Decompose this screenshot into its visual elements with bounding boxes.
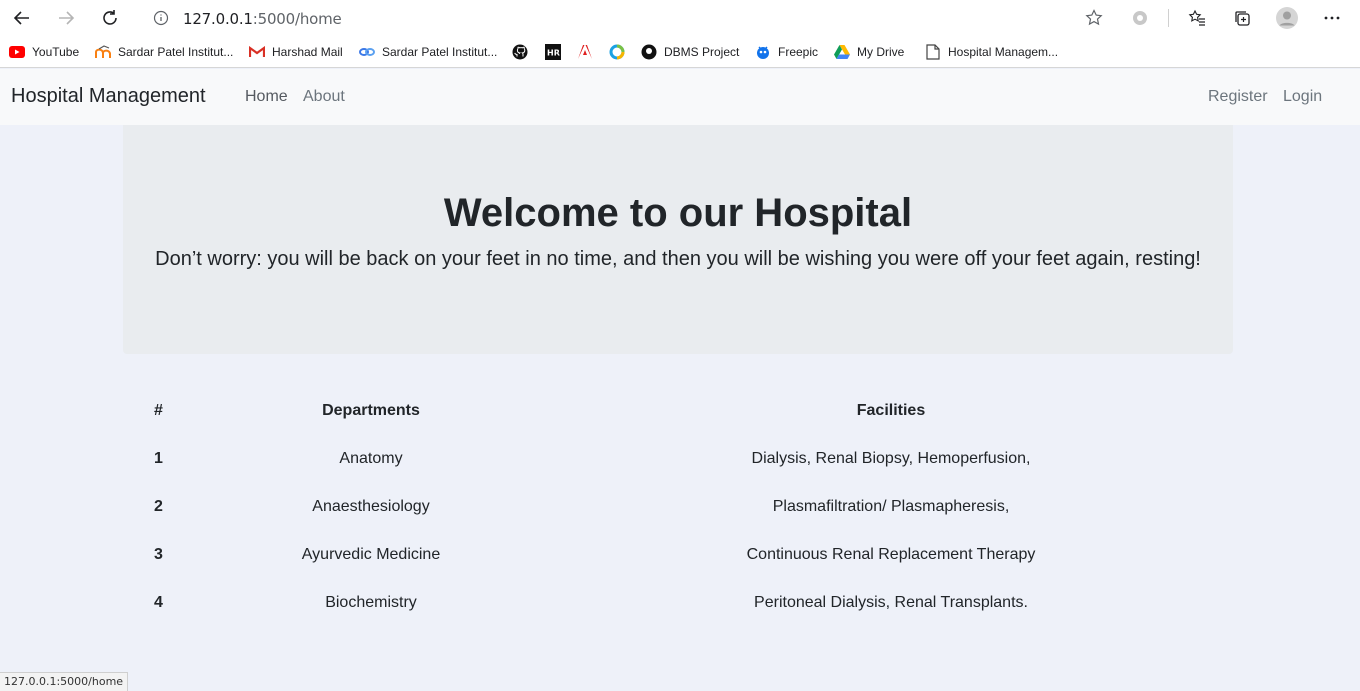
address-bar[interactable]: 127.0.0.1:5000/home (139, 3, 1112, 33)
toolbar-separator (1168, 9, 1169, 27)
nav-link-home[interactable]: Home (245, 88, 288, 106)
adobe-icon (577, 44, 593, 60)
browser-toolbar: 127.0.0.1:5000/home (0, 0, 1360, 36)
profile-avatar[interactable] (1274, 5, 1300, 31)
back-arrow-icon[interactable] (8, 4, 36, 32)
row-department: Biochemistry (325, 594, 417, 611)
header-departments: Departments (322, 402, 420, 419)
url-host: 127.0.0.1 (183, 10, 253, 28)
bookmarks-bar: YouTube Sardar Patel Institut... Harshad… (0, 36, 1360, 68)
table-row: 3 Ayurvedic Medicine Continuous Renal Re… (123, 530, 1233, 578)
bookmark-hackerrank[interactable]: HR (545, 42, 568, 62)
status-url-preview: 127.0.0.1:5000/home (0, 672, 129, 691)
row-number: 4 (154, 594, 163, 611)
bookmark-label: Harshad Mail (272, 45, 343, 59)
bookmark-label: YouTube (32, 45, 80, 59)
bookmark-hospital-management[interactable]: Hospital Managem... (925, 42, 1058, 62)
github-icon (512, 44, 528, 60)
bookmark-label: Sardar Patel Institut... (118, 45, 234, 59)
drive-icon (834, 44, 850, 60)
bookmark-freepic[interactable]: Freepic (755, 42, 818, 62)
bookmark-sardar-patel-1[interactable]: Sardar Patel Institut... (95, 42, 233, 62)
star-icon[interactable] (1084, 8, 1104, 33)
circle-app-icon (609, 44, 625, 60)
bookmark-dbms-project[interactable]: DBMS Project (641, 42, 739, 62)
table-row: 1 Anatomy Dialysis, Renal Biopsy, Hemope… (123, 434, 1233, 482)
row-facilities: Peritoneal Dialysis, Renal Transplants. (754, 594, 1028, 611)
gmail-icon (249, 44, 265, 60)
bookmark-label: Hospital Managem... (948, 45, 1059, 59)
nav-link-about[interactable]: About (303, 88, 345, 106)
page-icon (925, 44, 941, 60)
more-icon[interactable] (1319, 5, 1345, 31)
bookmark-sardar-patel-2[interactable]: Sardar Patel Institut... (359, 42, 497, 62)
svg-text:HR: HR (547, 49, 560, 58)
row-number: 3 (154, 546, 163, 563)
bookmark-label: Sardar Patel Institut... (382, 45, 498, 59)
bookmark-label: Freepic (778, 45, 819, 59)
row-department: Anatomy (339, 450, 403, 467)
url-text[interactable]: 127.0.0.1:5000/home (183, 10, 342, 28)
welcome-jumbotron: Welcome to our Hospital Don’t worry: you… (123, 125, 1233, 354)
url-path: :5000/home (252, 10, 342, 28)
info-icon[interactable] (153, 10, 169, 31)
github-icon (641, 44, 657, 60)
nav-link-register[interactable]: Register (1208, 88, 1268, 106)
freepik-icon (755, 44, 771, 60)
header-number: # (154, 402, 163, 419)
bookmark-github[interactable] (512, 42, 535, 62)
row-number: 2 (154, 498, 163, 515)
site-navbar: Hospital Management Home About Register … (0, 69, 1360, 125)
navbar-brand[interactable]: Hospital Management (11, 85, 206, 108)
bookmark-my-drive[interactable]: My Drive (834, 42, 904, 62)
bookmark-youtube[interactable]: YouTube (9, 42, 79, 62)
reload-icon[interactable] (96, 4, 124, 32)
header-facilities: Facilities (856, 402, 926, 419)
hackerrank-icon: HR (545, 44, 561, 60)
welcome-text: Don’t worry: you will be back on your fe… (155, 248, 1201, 270)
table-row: 4 Biochemistry Peritoneal Dialysis, Rena… (123, 578, 1233, 626)
row-facilities: Plasmafiltration/ Plasmapheresis, (772, 498, 1010, 515)
bookmark-circle-app[interactable] (609, 42, 632, 62)
bookmark-adobe[interactable] (577, 42, 600, 62)
row-department: Ayurvedic Medicine (301, 546, 441, 563)
youtube-icon (9, 44, 25, 60)
favorites-icon[interactable] (1184, 5, 1210, 31)
nav-link-login[interactable]: Login (1283, 88, 1322, 106)
table-row: 2 Anaesthesiology Plasmafiltration/ Plas… (123, 482, 1233, 530)
row-number: 1 (154, 450, 163, 467)
row-facilities: Continuous Renal Replacement Therapy (746, 546, 1036, 563)
bookmark-label: My Drive (857, 45, 905, 59)
welcome-title: Welcome to our Hospital (443, 191, 913, 235)
row-facilities: Dialysis, Renal Biopsy, Hemoperfusion, (751, 450, 1031, 467)
moodle-icon (95, 44, 111, 60)
forward-arrow-icon[interactable] (52, 4, 80, 32)
table-header-row: # Departments Facilities (123, 386, 1233, 434)
collections-icon[interactable] (1229, 5, 1255, 31)
bookmark-label: DBMS Project (664, 45, 740, 59)
extension-icon[interactable] (1127, 5, 1153, 31)
link-icon (359, 44, 375, 60)
bookmark-harshad-mail[interactable]: Harshad Mail (249, 42, 343, 62)
row-department: Anaesthesiology (312, 498, 430, 515)
